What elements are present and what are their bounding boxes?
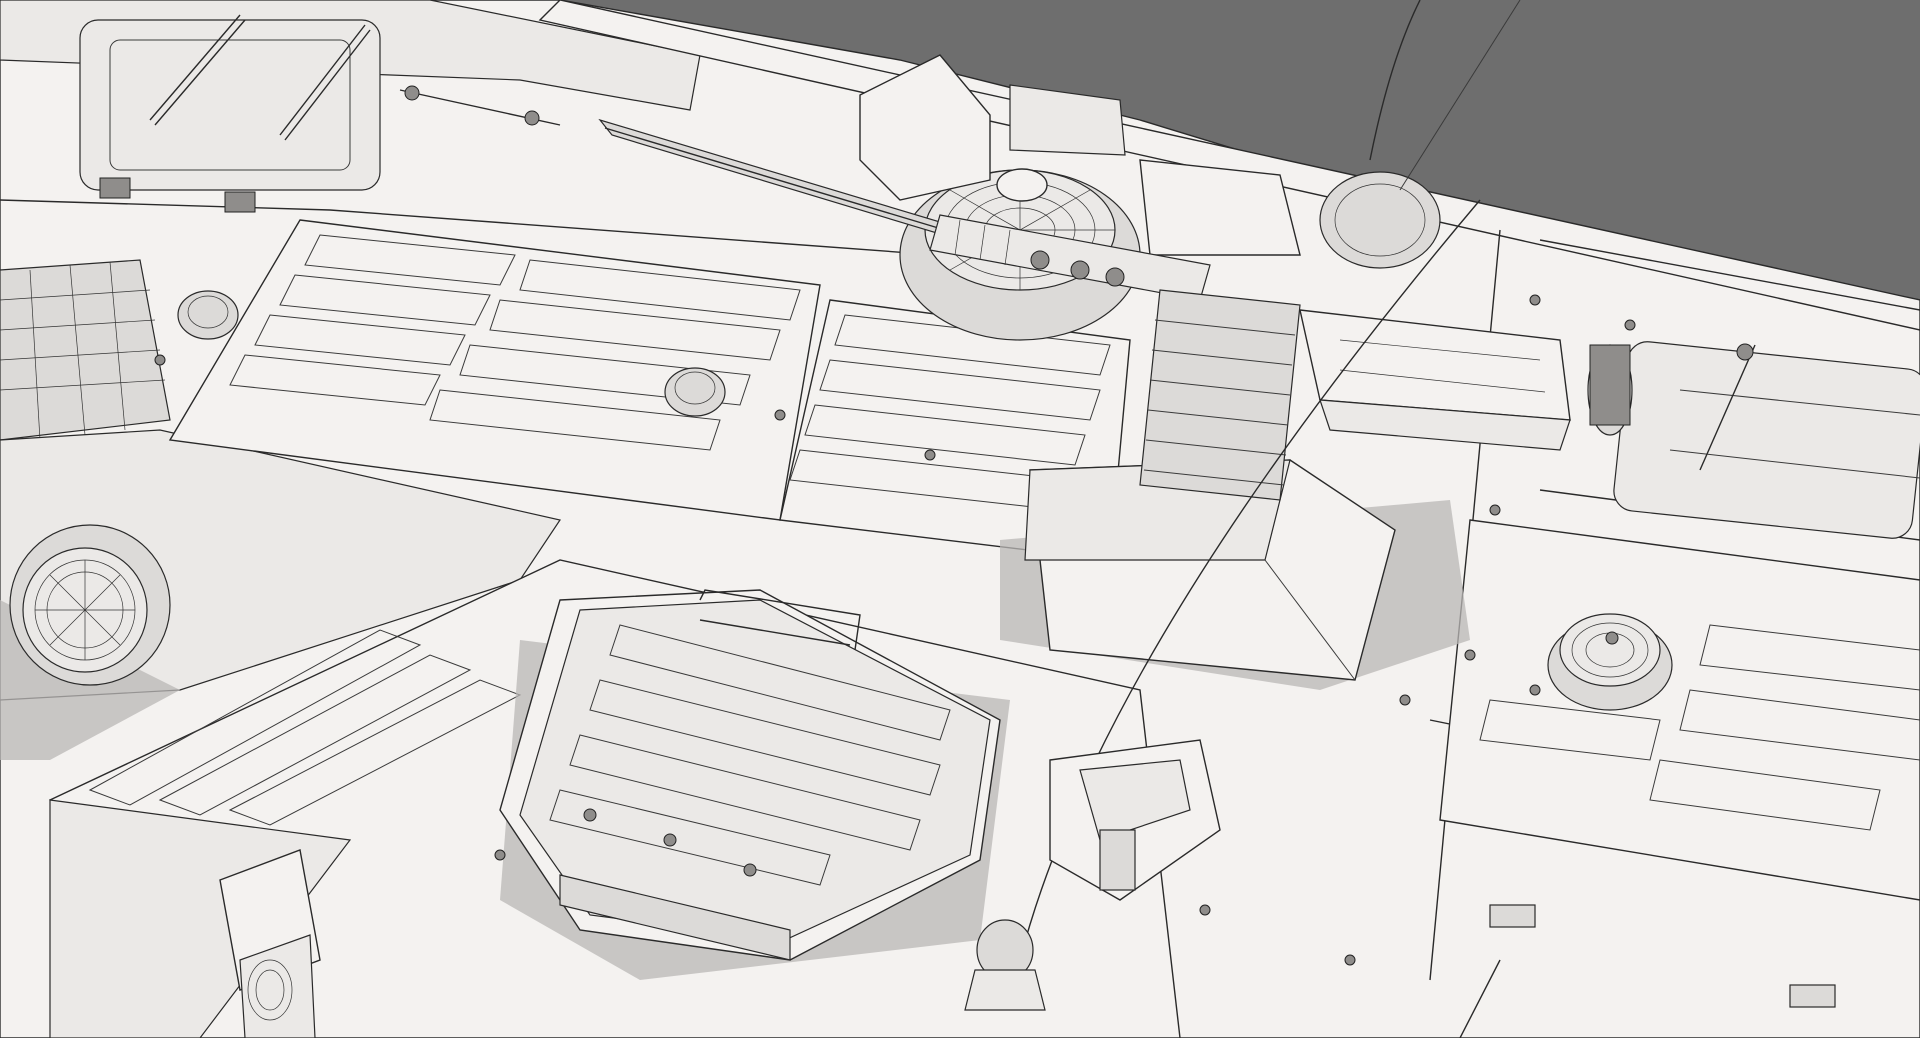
right-hatch — [1613, 341, 1920, 539]
ammo-feed — [1139, 289, 1301, 501]
rear-hatch — [79, 14, 381, 213]
armored-vehicle-wireframe-render — [0, 0, 1920, 1038]
left-exhaust-drum — [0, 259, 171, 441]
left-roller — [9, 524, 171, 686]
